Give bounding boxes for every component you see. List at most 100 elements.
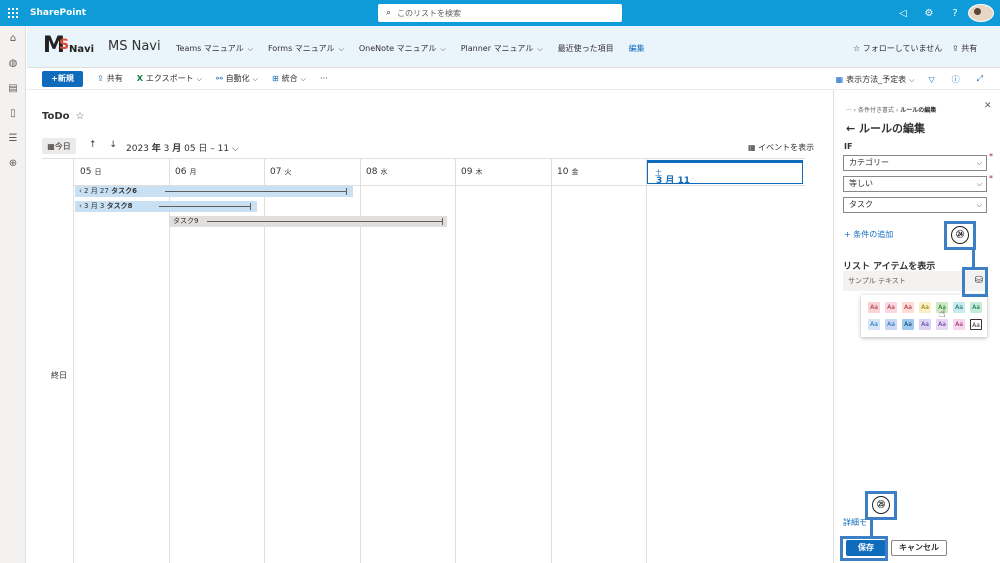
help-icon[interactable]: ? <box>942 8 968 19</box>
style-swatch[interactable]: Aa <box>919 302 931 313</box>
search-input[interactable]: ⌕ このリストを検索 <box>378 4 622 22</box>
style-swatch[interactable]: Aa <box>868 319 880 330</box>
chevron-down-icon: ⌵ <box>976 159 982 167</box>
chevron-down-icon: ⌵ <box>537 45 543 53</box>
follow-button[interactable]: ☆ フォローしていません <box>853 43 942 54</box>
style-swatch[interactable]: Aa <box>868 302 880 313</box>
show-events-button[interactable]: ▦ イベントを表示 <box>748 142 814 153</box>
suite-bar: SharePoint ⌕ このリストを検索 ◁ ⚙ ? <box>0 0 1000 26</box>
plus-icon: + <box>844 230 854 239</box>
calendar-icon: ▦ <box>835 74 844 84</box>
style-swatch[interactable]: Aa <box>919 319 931 330</box>
filter-icon[interactable]: ▽ <box>928 75 937 84</box>
calendar-event[interactable]: タスク9 <box>169 216 447 227</box>
callout-connector <box>870 520 873 536</box>
panel-title: ← ルールの編集 <box>846 122 926 135</box>
nav-forms[interactable]: Forms マニュアル ⌵ <box>268 43 344 54</box>
globe-icon[interactable]: ◍ <box>0 51 26 76</box>
news-icon[interactable]: ▤ <box>0 76 26 101</box>
style-swatch[interactable]: Aa <box>902 319 914 330</box>
calendar-nav: ↑ ↓ <box>89 140 117 150</box>
close-icon[interactable]: ✕ <box>984 101 992 111</box>
hand-cursor-icon: ☝ <box>939 307 946 320</box>
calendar-event[interactable]: ‹ 3 月 3 タスク8 <box>75 201 257 212</box>
nav-edit[interactable]: 編集 <box>629 43 645 54</box>
nav-planner[interactable]: Planner マニュアル ⌵ <box>461 43 543 54</box>
style-swatch[interactable]: Aa <box>902 302 914 313</box>
nav-onenote[interactable]: OneNote マニュアル ⌵ <box>359 43 446 54</box>
add-circle-icon[interactable]: ⊕ <box>0 151 26 176</box>
edit-rule-panel: ··· › 条件付き書式 › ルールの編集 ✕ ← ルールの編集 IF カテゴリ… <box>833 90 1000 563</box>
day-header: 10 金 <box>557 167 579 177</box>
style-swatch[interactable]: Aa <box>953 302 965 313</box>
document-icon[interactable]: ▯ <box>0 101 26 126</box>
day-column: 05 日 <box>73 159 169 563</box>
breadcrumb-parent[interactable]: 条件付き書式 <box>858 107 894 114</box>
chevron-down-icon: ⌵ <box>196 75 202 83</box>
site-navigation: Teams マニュアル ⌵ Forms マニュアル ⌵ OneNote マニュアル ⌵… <box>176 43 645 54</box>
calendar-event[interactable]: ‹ 2 月 27 タスク6 <box>75 186 353 197</box>
nav-recent[interactable]: 最近使った項目 <box>558 43 614 54</box>
expand-icon[interactable]: ⤢ <box>977 74 986 84</box>
calendar-icon: ▦ <box>47 141 55 151</box>
field-dropdown[interactable]: カテゴリー ⌵ <box>843 155 987 171</box>
integrate-button[interactable]: ⊞ 統合 ⌵ <box>272 73 306 84</box>
arrow-up-icon[interactable]: ↑ <box>89 140 97 150</box>
gear-icon[interactable]: ⚙ <box>916 8 942 19</box>
site-share-button[interactable]: ⇪ 共有 <box>952 43 977 54</box>
back-arrow-icon[interactable]: ← <box>846 122 859 135</box>
excel-icon: X <box>136 74 143 83</box>
breadcrumb-more[interactable]: ··· <box>846 107 852 114</box>
today-button[interactable]: ▦ 今日 <box>42 138 76 154</box>
chevron-down-icon: ⌵ <box>976 201 982 209</box>
day-column: 09 木 <box>455 159 551 563</box>
list-icon[interactable]: ☰ <box>0 126 26 151</box>
chevron-down-icon: ⌵ <box>300 75 306 83</box>
site-logo[interactable]: M S Navi <box>43 33 94 61</box>
new-button[interactable]: + 新規 <box>42 70 83 87</box>
style-swatch[interactable]: Aa <box>953 319 965 330</box>
day-column: 10 金 <box>551 159 647 563</box>
nav-teams[interactable]: Teams マニュアル ⌵ <box>176 43 253 54</box>
day-header: 07 火 <box>270 167 292 177</box>
search-icon: ⌕ <box>386 8 392 18</box>
style-swatch[interactable]: Aa <box>936 319 948 330</box>
export-button[interactable]: X エクスポート ⌵ <box>137 73 202 84</box>
style-swatch[interactable]: Aa <box>885 302 897 313</box>
star-icon: ☆ <box>853 44 863 53</box>
favorite-star-icon[interactable]: ☆ <box>76 111 85 122</box>
app-name[interactable]: SharePoint <box>30 8 86 18</box>
view-switcher[interactable]: ▦ 表示方法_予定表 ⌵ <box>836 74 915 85</box>
automate-button[interactable]: ⚯ 自動化 ⌵ <box>216 73 258 84</box>
share-button[interactable]: ⇪ 共有 <box>97 73 123 84</box>
style-palette: Aa Aa Aa Aa Aa Aa Aa Aa Aa Aa Aa Aa Aa A… <box>861 295 987 337</box>
callout-connector <box>972 250 975 267</box>
more-button[interactable]: ··· <box>320 74 328 83</box>
today-header: 3 月 11 土 <box>647 160 803 186</box>
breadcrumb-current: ルールの編集 <box>900 107 937 114</box>
site-name[interactable]: MS Navi <box>108 39 161 54</box>
search-placeholder: このリストを検索 <box>397 8 462 18</box>
avatar[interactable] <box>968 4 994 22</box>
app-launcher-icon[interactable] <box>0 0 26 26</box>
home-icon[interactable]: ⌂ <box>0 26 26 51</box>
day-header: 08 水 <box>366 167 388 177</box>
share-icon: ⇪ <box>952 44 962 53</box>
date-range-picker[interactable]: 2023 年 3 月 05 日 – 11 ⌵ <box>126 141 239 154</box>
style-swatch[interactable]: Aa <box>885 319 897 330</box>
chevron-down-icon: ⌵ <box>909 75 915 84</box>
day-header: 09 木 <box>461 167 483 177</box>
advanced-mode-link[interactable]: 詳細モ <box>843 517 867 528</box>
if-label: IF <box>844 142 853 151</box>
megaphone-icon[interactable]: ◁ <box>890 8 916 19</box>
style-swatch-selected[interactable]: Aa <box>970 319 982 330</box>
arrow-down-icon[interactable]: ↓ <box>109 140 117 150</box>
calendar-icon: ▦ <box>748 143 759 152</box>
cancel-button[interactable]: キャンセル <box>891 540 947 556</box>
add-condition-link[interactable]: + 条件の追加 <box>844 229 893 240</box>
list-title: ToDo ☆ <box>42 111 85 122</box>
style-swatch[interactable]: Aa <box>970 302 982 313</box>
value-dropdown[interactable]: タスク ⌵ <box>843 197 987 213</box>
info-icon[interactable]: ⓘ <box>952 74 963 85</box>
operator-dropdown[interactable]: 等しい ⌵ <box>843 176 987 192</box>
